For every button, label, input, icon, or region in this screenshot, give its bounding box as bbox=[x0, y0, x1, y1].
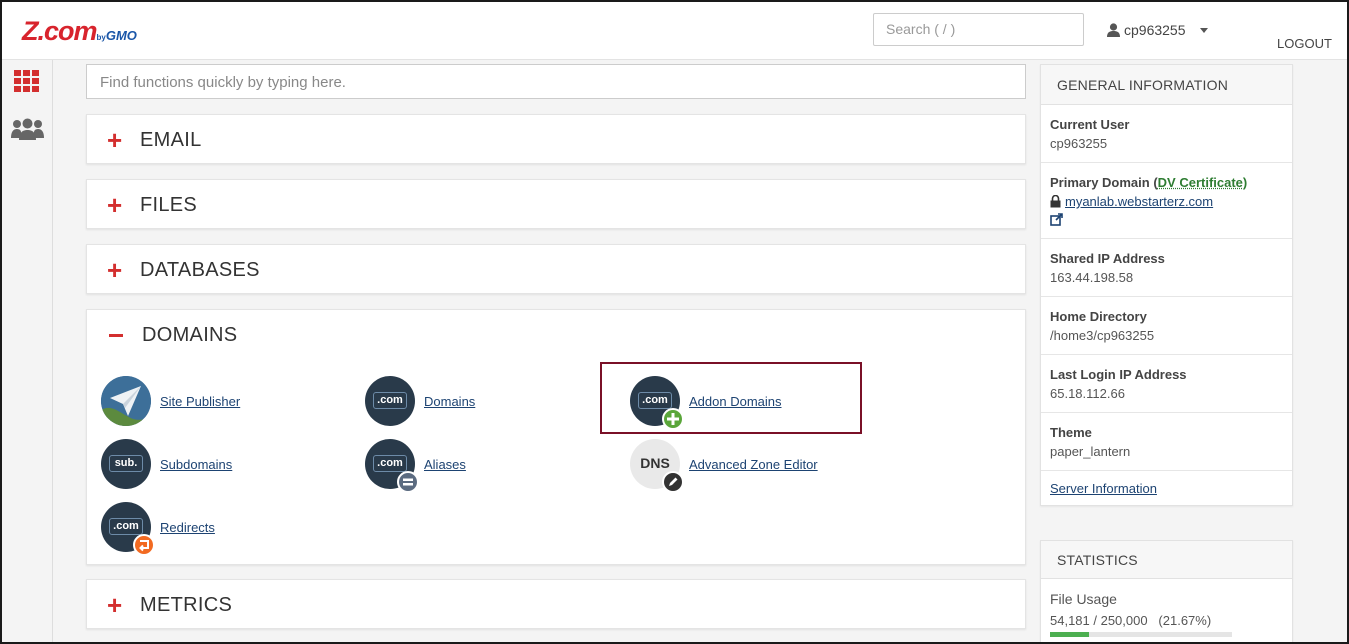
apps-grid-icon[interactable] bbox=[14, 70, 40, 97]
lock-icon bbox=[1050, 195, 1061, 208]
logout-link[interactable]: LOGOUT bbox=[1277, 36, 1332, 51]
expand-plus-icon[interactable]: + bbox=[107, 192, 140, 218]
theme-row: Theme paper_lantern bbox=[1041, 413, 1292, 471]
group-email[interactable]: + EMAIL bbox=[86, 114, 1026, 164]
cpanel-window: Z.combyGMO Search ( / ) cp963255 LOGOUT bbox=[0, 0, 1349, 644]
site-publisher-item[interactable]: Site Publisher bbox=[101, 376, 240, 426]
redirects-item[interactable]: .com Redirects bbox=[101, 502, 215, 556]
dotcom-equals-icon: .com bbox=[365, 439, 419, 493]
subdomains-link[interactable]: Subdomains bbox=[160, 457, 232, 472]
file-usage-label: File Usage bbox=[1050, 591, 1117, 607]
domains-item[interactable]: .com Domains bbox=[365, 376, 475, 426]
group-title: DOMAINS bbox=[142, 323, 238, 346]
aliases-item[interactable]: .com Aliases bbox=[365, 439, 466, 493]
users-icon[interactable] bbox=[11, 118, 44, 145]
primary-domain-row: Primary Domain (DV Certificate) myanlab.… bbox=[1041, 163, 1292, 239]
expand-plus-icon[interactable]: + bbox=[107, 257, 140, 283]
general-information-panel: GENERAL INFORMATION Current User cp96325… bbox=[1040, 64, 1293, 506]
dotcom-redirect-icon: .com bbox=[101, 502, 155, 556]
chevron-down-icon bbox=[1199, 27, 1208, 33]
main-content: Find functions quickly by typing here. +… bbox=[53, 60, 1347, 642]
statistics-panel: STATISTICS File Usage 54,181 / 250,000 (… bbox=[1040, 540, 1293, 642]
file-usage-value: 54,181 / 250,000 (21.67%) bbox=[1050, 613, 1212, 628]
expand-plus-icon[interactable]: + bbox=[107, 592, 140, 618]
aliases-link[interactable]: Aliases bbox=[424, 457, 466, 472]
group-databases[interactable]: + DATABASES bbox=[86, 244, 1026, 294]
pencil-badge-icon bbox=[662, 471, 684, 493]
site-publisher-link[interactable]: Site Publisher bbox=[160, 394, 240, 409]
addon-domains-highlight bbox=[600, 362, 862, 434]
external-link-icon[interactable] bbox=[1050, 213, 1283, 229]
last-login-row: Last Login IP Address 65.18.112.66 bbox=[1041, 355, 1292, 413]
quickfind-input[interactable]: Find functions quickly by typing here. bbox=[86, 64, 1026, 99]
equals-badge-icon bbox=[397, 471, 419, 493]
subdomains-item[interactable]: sub. Subdomains bbox=[101, 439, 232, 489]
group-domains: DOMAINS bbox=[86, 309, 1026, 565]
shared-ip-row: Shared IP Address 163.44.198.58 bbox=[1041, 239, 1292, 297]
redirects-link[interactable]: Redirects bbox=[160, 520, 215, 535]
server-information-link[interactable]: Server Information bbox=[1050, 481, 1157, 496]
dv-certificate-link[interactable]: DV Certificate bbox=[1158, 175, 1243, 190]
zone-editor-link[interactable]: Advanced Zone Editor bbox=[689, 457, 818, 472]
server-info-row: Server Information bbox=[1041, 471, 1292, 505]
paper-plane-icon bbox=[101, 376, 151, 426]
user-menu[interactable]: cp963255 bbox=[1107, 22, 1208, 38]
expand-plus-icon[interactable]: + bbox=[107, 127, 140, 153]
top-search-input[interactable]: Search ( / ) bbox=[873, 13, 1084, 46]
username-label: cp963255 bbox=[1124, 22, 1186, 38]
dotcom-icon: .com bbox=[365, 376, 415, 426]
panel-title: GENERAL INFORMATION bbox=[1041, 65, 1292, 105]
brand-logo[interactable]: Z.combyGMO bbox=[22, 16, 137, 47]
redirect-badge-icon bbox=[133, 534, 155, 556]
sub-icon: sub. bbox=[101, 439, 151, 489]
file-usage-bar bbox=[1050, 632, 1232, 637]
group-title: METRICS bbox=[140, 593, 233, 616]
domains-link[interactable]: Domains bbox=[424, 394, 475, 409]
group-title: FILES bbox=[140, 193, 198, 216]
top-header: Z.combyGMO Search ( / ) cp963255 LOGOUT bbox=[2, 2, 1347, 60]
primary-domain-link[interactable]: myanlab.webstarterz.com bbox=[1065, 192, 1213, 211]
group-metrics[interactable]: + METRICS bbox=[86, 579, 1026, 629]
dns-edit-icon: DNS bbox=[630, 439, 684, 493]
current-user-row: Current User cp963255 bbox=[1041, 105, 1292, 163]
file-usage-bar-fill bbox=[1050, 632, 1090, 637]
user-icon bbox=[1107, 23, 1120, 37]
group-files[interactable]: + FILES bbox=[86, 179, 1026, 229]
home-directory-row: Home Directory /home3/cp963255 bbox=[1041, 297, 1292, 355]
collapse-minus-icon[interactable] bbox=[109, 333, 123, 337]
group-title: DATABASES bbox=[140, 258, 260, 281]
group-domains-header[interactable]: DOMAINS bbox=[87, 310, 1025, 360]
left-nav bbox=[2, 60, 53, 642]
group-title: EMAIL bbox=[140, 128, 202, 151]
zone-editor-item[interactable]: DNS Advanced Zone Editor bbox=[630, 439, 818, 493]
statistics-title: STATISTICS bbox=[1041, 541, 1292, 579]
